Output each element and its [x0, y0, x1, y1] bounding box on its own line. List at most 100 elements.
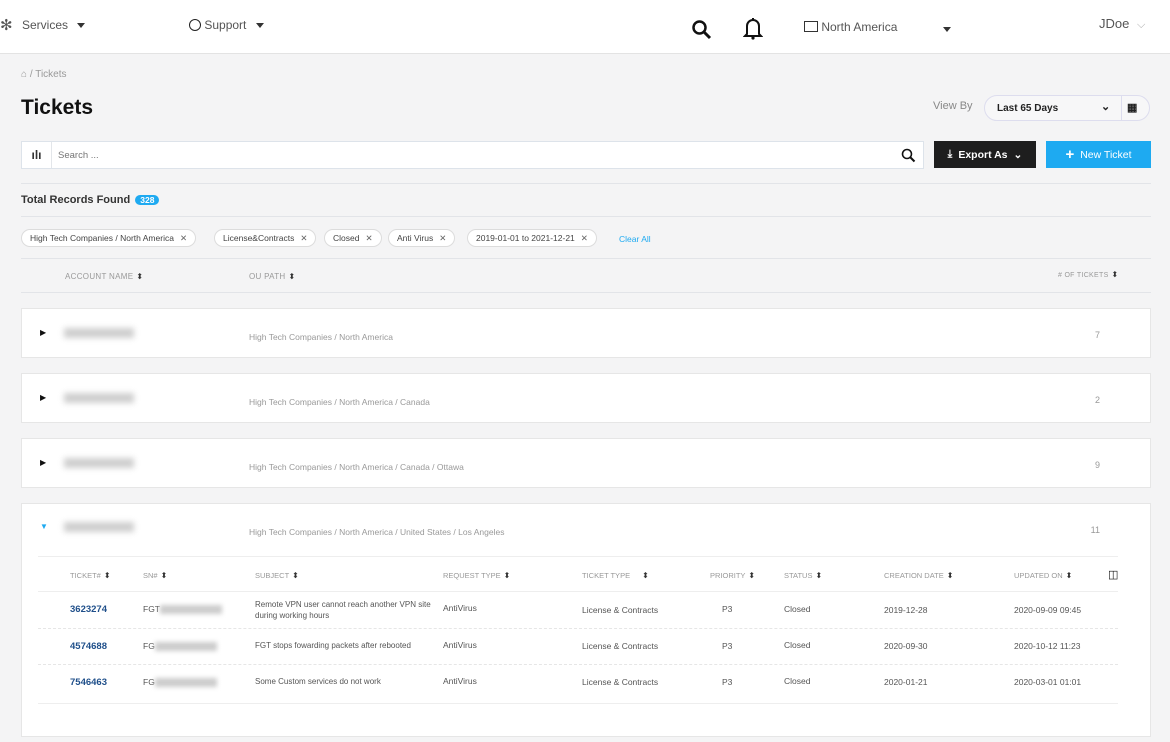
account-row[interactable]: ▶ High Tech Companies / North America / C… — [21, 438, 1151, 488]
filter-label: License&Contracts — [223, 233, 295, 243]
user-menu[interactable]: JDoe ⌵ — [1099, 16, 1145, 32]
plus-icon: + — [1065, 146, 1075, 163]
column-settings-icon[interactable]: ◫ — [1108, 568, 1118, 581]
chevron-down-icon: ⌄ — [1101, 101, 1111, 113]
column-header-ou[interactable]: OU PATH ⬍ — [249, 272, 296, 281]
account-row[interactable]: ▶ High Tech Companies / North America 7 — [21, 308, 1151, 358]
expand-arrow-icon[interactable]: ▶ — [40, 458, 46, 467]
subject: Some Custom services do not work — [255, 677, 381, 686]
search-bar: ılı — [21, 141, 924, 169]
collapse-arrow-icon[interactable]: ▼ — [40, 522, 48, 531]
filter-chip[interactable]: High Tech Companies / North America ✕ — [21, 229, 197, 247]
chart-toggle-icon[interactable]: ılı — [22, 142, 52, 168]
new-ticket-label: New Ticket — [1080, 148, 1132, 161]
ticket-col-header[interactable]: UPDATED ON ⬍ — [1014, 571, 1072, 580]
export-as-button[interactable]: ⤓ Export As ⌄ — [934, 141, 1036, 168]
close-icon[interactable]: ✕ — [180, 233, 187, 243]
close-icon[interactable]: ✕ — [439, 233, 446, 243]
status: Closed — [784, 604, 811, 614]
region-selector[interactable]: North America — [804, 20, 897, 34]
column-header-account[interactable]: ACCOUNT NAME ⬍ — [65, 272, 143, 281]
priority: P3 — [722, 604, 733, 614]
status: Closed — [784, 676, 811, 686]
user-name: JDoe — [1099, 16, 1130, 31]
close-icon[interactable]: ✕ — [581, 233, 588, 243]
sort-icon[interactable]: ⬍ — [1112, 270, 1119, 279]
view-by-select[interactable]: Last 65 Days ⌄ ▦ — [984, 95, 1150, 121]
priority: P3 — [722, 641, 733, 651]
home-icon[interactable]: ⌂ — [21, 69, 27, 80]
ou-path: High Tech Companies / North America / Un… — [249, 527, 505, 537]
services-icon: ✻ — [0, 17, 13, 34]
ou-path: High Tech Companies / North America — [249, 332, 393, 342]
subject: Remote VPN user cannot reach another VPN… — [255, 600, 431, 620]
ticket-count: 9 — [1094, 460, 1100, 470]
top-nav: ✻ Services Support North America JDoe ⌵ — [0, 0, 1170, 54]
ticket-col-header[interactable]: PRIORITY ⬍ — [710, 571, 755, 580]
folder-icon — [804, 21, 818, 32]
view-by-label: View By — [933, 100, 973, 112]
ticket-col-header[interactable]: CREATION DATE ⬍ — [884, 571, 953, 580]
total-records-label: Total Records Found — [21, 194, 131, 206]
filter-label: Closed — [333, 233, 360, 243]
sort-icon: ⬍ — [1065, 571, 1073, 580]
bell-icon[interactable] — [743, 17, 763, 41]
filter-chip[interactable]: 2019-01-01 to 2021-12-21 ✕ — [467, 229, 597, 247]
search-input[interactable] — [58, 146, 878, 164]
close-icon[interactable]: ✕ — [365, 233, 372, 243]
ticket-col-header[interactable]: STATUS ⬍ — [784, 571, 822, 580]
ticket-col-header[interactable]: SUBJECT ⬍ — [255, 571, 299, 580]
sort-icon: ⬍ — [748, 571, 756, 580]
status: Closed — [784, 640, 811, 650]
filter-chip[interactable]: Closed ✕ — [324, 229, 382, 247]
page-title: Tickets — [21, 96, 93, 119]
account-name-redacted — [64, 393, 134, 403]
filter-label: High Tech Companies / North America — [30, 233, 174, 243]
account-name-redacted — [64, 458, 134, 468]
calendar-icon[interactable]: ▦ — [1127, 101, 1137, 114]
ticket-col-header[interactable]: TICKET TYPE ⬍ — [582, 571, 649, 580]
column-label: OU PATH — [249, 272, 286, 281]
search-icon[interactable] — [901, 148, 916, 163]
region-caret-icon[interactable] — [943, 27, 951, 32]
clear-all-link[interactable]: Clear All — [619, 234, 651, 244]
sort-icon[interactable]: ⬍ — [136, 272, 143, 281]
ticket-count: 2 — [1094, 395, 1100, 405]
view-by-value: Last 65 Days — [997, 103, 1059, 114]
expand-arrow-icon[interactable]: ▶ — [40, 328, 46, 337]
request-type: AntiVirus — [443, 603, 477, 613]
account-row[interactable]: ▶ High Tech Companies / North America / C… — [21, 373, 1151, 423]
support-menu[interactable]: Support — [189, 18, 264, 32]
column-header-tickets[interactable]: # OF TICKETS ⬍ — [1058, 270, 1119, 279]
serial-number: FG — [143, 677, 217, 688]
ticket-link[interactable]: 3623274 — [70, 604, 107, 615]
ticket-col-header[interactable]: REQUEST TYPE ⬍ — [443, 571, 510, 580]
sort-icon: ⬍ — [160, 571, 168, 580]
close-icon[interactable]: ✕ — [300, 233, 307, 243]
sort-icon: ⬍ — [103, 571, 111, 580]
services-menu[interactable]: Services — [22, 18, 86, 32]
ticket-col-header[interactable]: SN# ⬍ — [143, 571, 167, 580]
serial-number: FG — [143, 641, 217, 652]
search-icon[interactable] — [691, 19, 713, 41]
ticket-col-header[interactable]: TICKET# ⬍ — [70, 571, 111, 580]
ticket-link[interactable]: 4574688 — [70, 641, 107, 652]
creation-date: 2020-01-21 — [884, 677, 928, 687]
caret-down-icon — [255, 23, 264, 29]
sort-icon[interactable]: ⬍ — [288, 272, 295, 281]
filter-label: Anti Virus — [397, 233, 434, 243]
new-ticket-button[interactable]: + New Ticket — [1046, 141, 1151, 168]
sort-icon: ⬍ — [946, 571, 954, 580]
ticket-type: License & Contracts — [582, 641, 659, 651]
region-label: North America — [821, 20, 898, 34]
filter-chip[interactable]: Anti Virus ✕ — [388, 229, 456, 247]
filter-chip[interactable]: License&Contracts ✕ — [214, 229, 317, 247]
breadcrumb-current[interactable]: Tickets — [35, 69, 66, 80]
expand-arrow-icon[interactable]: ▶ — [40, 393, 46, 402]
sort-icon: ⬍ — [642, 571, 649, 580]
breadcrumb: ⌂ / Tickets — [21, 69, 67, 80]
column-label: # OF TICKETS — [1058, 272, 1109, 279]
ticket-link[interactable]: 7546463 — [70, 677, 107, 688]
ticket-count: 7 — [1094, 330, 1100, 340]
ou-path: High Tech Companies / North America / Ca… — [249, 397, 430, 407]
